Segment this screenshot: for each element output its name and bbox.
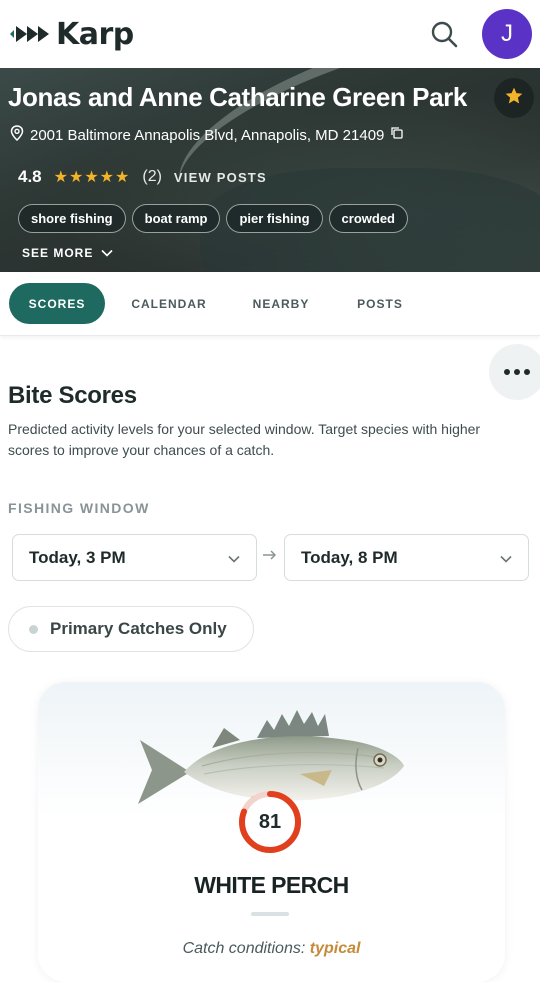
- tab-posts[interactable]: POSTS: [346, 283, 414, 324]
- park-address: 2001 Baltimore Annapolis Blvd, Annapolis…: [30, 126, 385, 144]
- fishing-window-label: FISHING WINDOW: [8, 500, 150, 516]
- more-horizontal-icon: [503, 363, 531, 381]
- search-icon[interactable]: [428, 18, 460, 50]
- filter-label: Primary Catches Only: [50, 619, 227, 638]
- arrow-right-icon: [262, 548, 278, 564]
- rating-row: 4.8 ★★★★★ (2) VIEW POSTS: [18, 167, 267, 187]
- see-more-label: SEE MORE: [22, 246, 94, 260]
- review-count[interactable]: (2): [142, 168, 162, 186]
- window-end-value: Today, 8 PM: [301, 547, 398, 567]
- copy-icon[interactable]: [390, 126, 404, 144]
- section-description: Predicted activity levels for your selec…: [8, 421, 481, 458]
- address-row: 2001 Baltimore Annapolis Blvd, Annapolis…: [10, 125, 404, 145]
- park-title: Jonas and Anne Catharine Green Park: [8, 82, 467, 112]
- view-posts-link[interactable]: VIEW POSTS: [174, 170, 267, 185]
- tab-nearby[interactable]: NEARBY: [238, 283, 324, 324]
- top-bar: Karp J: [0, 0, 540, 68]
- location-pin-icon: [10, 125, 24, 145]
- brand[interactable]: Karp: [10, 17, 134, 52]
- chevron-down-icon: [228, 548, 240, 568]
- avatar[interactable]: J: [482, 9, 532, 59]
- tab-scores[interactable]: SCORES: [9, 283, 105, 324]
- bite-score-value: 81: [258, 810, 282, 833]
- species-name: WHITE PERCH: [194, 872, 349, 898]
- tab-calendar[interactable]: CALENDAR: [122, 283, 216, 324]
- favorite-button[interactable]: [494, 78, 534, 118]
- catch-conditions-label: Catch conditions:: [182, 940, 306, 957]
- park-tags: shore fishing boat ramp pier fishing cro…: [18, 204, 408, 233]
- primary-catches-toggle[interactable]: Primary Catches Only: [8, 606, 254, 652]
- catch-conditions: Catch conditions: typical: [38, 940, 505, 958]
- more-options-button[interactable]: [489, 344, 540, 400]
- catch-conditions-value: typical: [309, 940, 361, 957]
- chevron-down-icon: [500, 548, 512, 568]
- chevron-down-icon: [101, 246, 113, 260]
- hero-content: Jonas and Anne Catharine Green Park 2001…: [0, 68, 540, 272]
- card-divider: [251, 912, 289, 916]
- rating-stars: ★★★★★: [53, 169, 131, 186]
- see-more-button[interactable]: SEE MORE: [22, 246, 113, 260]
- rating-value: 4.8: [18, 167, 42, 186]
- tag-chip[interactable]: crowded: [328, 204, 408, 233]
- park-hero: Jonas and Anne Catharine Green Park 2001…: [0, 68, 540, 272]
- tab-bar: SCORES CALENDAR NEARBY POSTS: [0, 272, 540, 336]
- tag-chip[interactable]: shore fishing: [18, 204, 126, 233]
- tag-chip[interactable]: pier fishing: [226, 204, 323, 233]
- karp-logo-icon: [10, 21, 52, 47]
- section-title: Bite Scores: [8, 382, 137, 409]
- brand-name: Karp: [56, 16, 134, 52]
- window-start-value: Today, 3 PM: [29, 547, 126, 567]
- species-card[interactable]: 81 WHITE PERCH Catch conditions: typical: [38, 682, 505, 982]
- tag-chip[interactable]: boat ramp: [131, 204, 221, 233]
- star-icon: [504, 86, 524, 111]
- top-actions: J: [428, 9, 532, 59]
- window-end-select[interactable]: Today, 8 PM: [284, 534, 529, 581]
- window-start-select[interactable]: Today, 3 PM: [12, 534, 257, 581]
- toggle-dot: [29, 624, 38, 634]
